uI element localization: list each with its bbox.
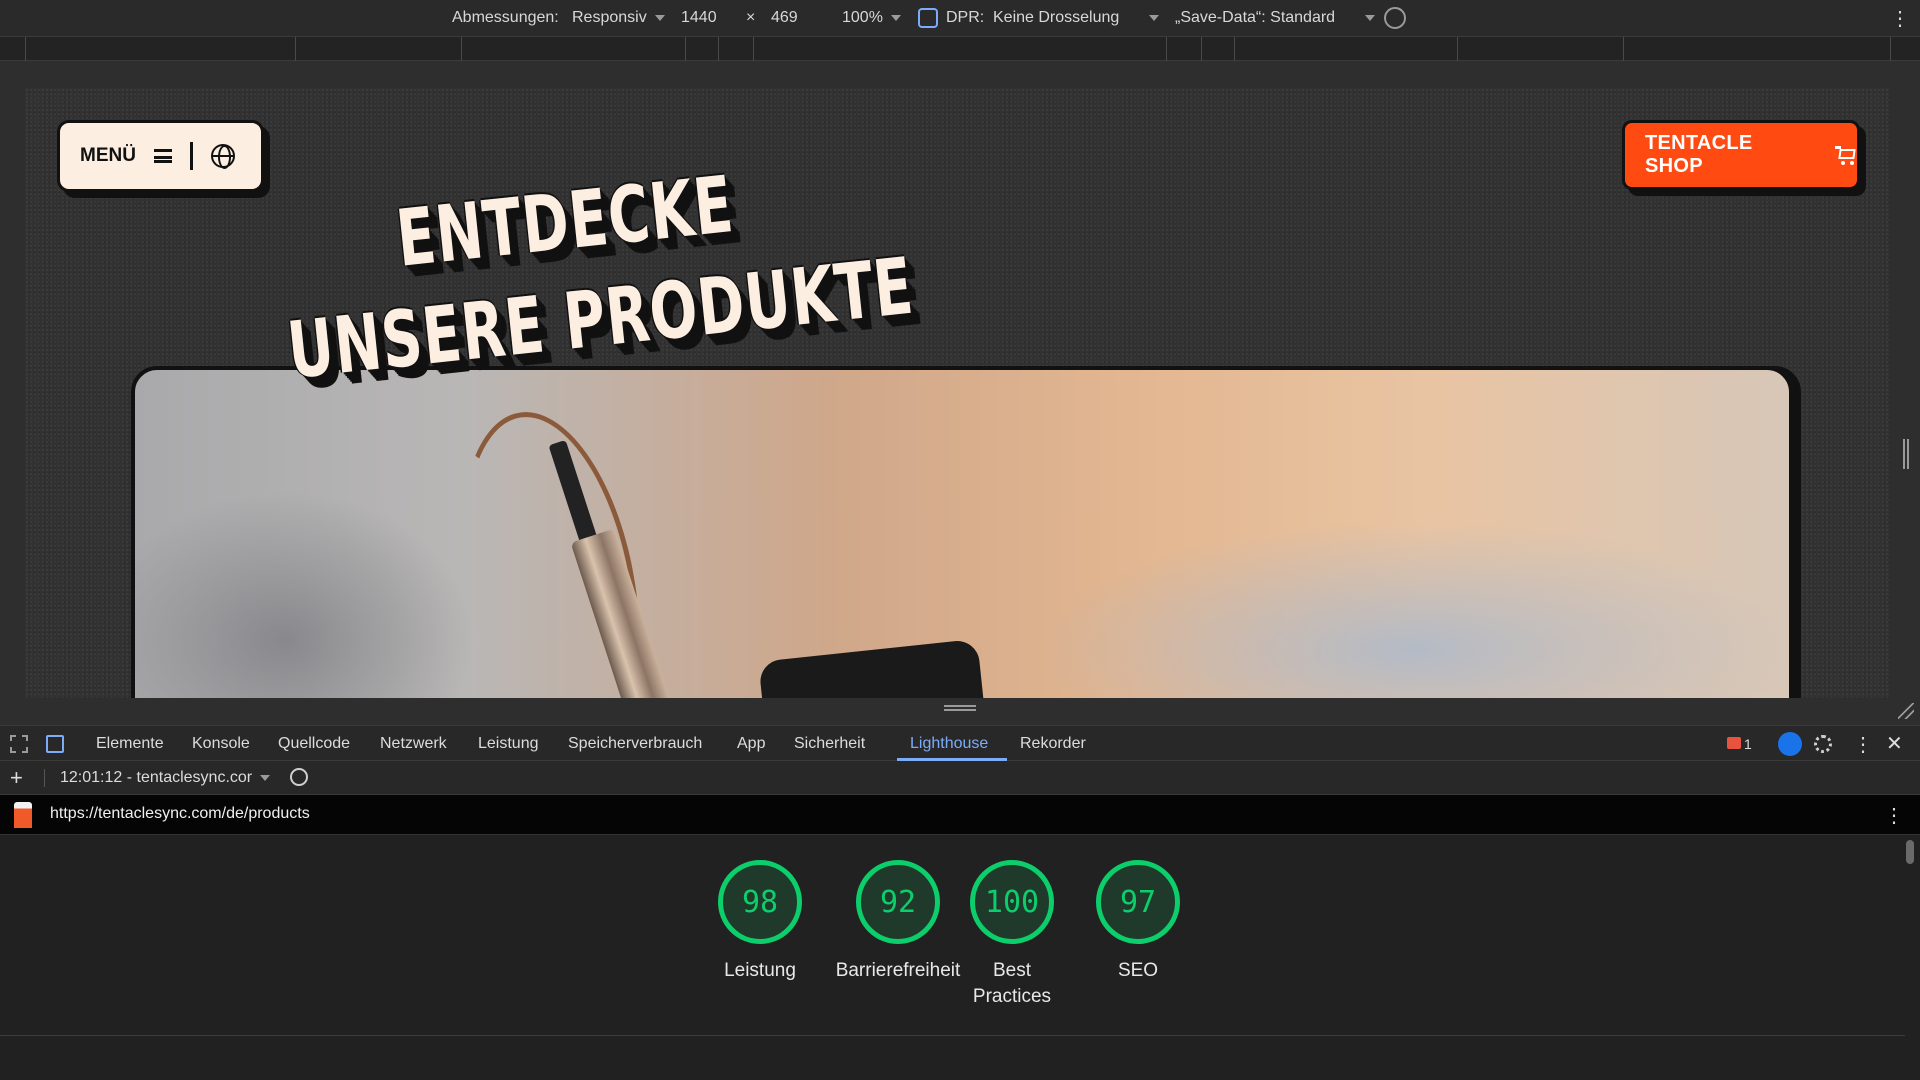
more-options-icon[interactable]: ⋮ [1853, 732, 1873, 757]
score-value: 98 [718, 860, 802, 944]
media-query-ruler [0, 37, 1920, 61]
new-report-icon[interactable]: + [10, 765, 23, 791]
tab-leistung[interactable]: Leistung [478, 735, 539, 753]
throttling-select[interactable]: Keine Drosselung [993, 9, 1160, 27]
issues-count: 1 [1744, 736, 1752, 752]
score-value: 97 [1096, 860, 1180, 944]
divider [0, 1035, 1905, 1036]
menu-button[interactable]: MENÜ [57, 120, 264, 192]
report-select-value: 12:01:12 - tentaclesync.cor [60, 769, 253, 786]
ai-assistant-icon[interactable] [1778, 732, 1802, 756]
report-menu-icon[interactable]: ⋮ [1884, 803, 1904, 828]
times-sign: × [746, 9, 756, 26]
resize-handle-right[interactable] [1903, 439, 1909, 469]
tentacle-shop-button[interactable]: TENTACLE SHOP [1622, 120, 1860, 190]
report-url[interactable]: https://tentaclesync.com/de/products [50, 805, 310, 823]
chevron-down-icon [260, 774, 271, 781]
tab-rekorder[interactable]: Rekorder [1020, 735, 1086, 753]
score-label: SEO [1117, 960, 1159, 981]
zoom-select[interactable]: 100% [842, 9, 901, 27]
website-page: ENTDECKE UNSERE PRODUKTE MENÜ TENTACLE S… [25, 88, 1890, 698]
devtools-tab-bar: Elemente Konsole Quellcode Netzwerk Leis… [0, 725, 1920, 761]
chevron-down-icon [1149, 14, 1160, 21]
width-input[interactable]: 1440 [681, 9, 717, 27]
inspect-element-icon[interactable] [10, 735, 28, 753]
score-label: Best Practices [972, 960, 1052, 1007]
dimensions-select[interactable]: Responsiv [572, 9, 665, 27]
resize-handle-corner[interactable] [1898, 703, 1914, 719]
hamburger-icon [153, 149, 172, 163]
chevron-down-icon [654, 14, 665, 21]
device-toggle-icon[interactable] [46, 735, 64, 753]
divider [189, 142, 193, 170]
dpr-label: DPR: [946, 9, 985, 26]
lighthouse-logo-icon [14, 802, 32, 828]
tab-lighthouse[interactable]: Lighthouse [910, 735, 988, 753]
height-input[interactable]: 469 [771, 9, 798, 27]
save-data-value: „Save-Data“: Standard [1175, 9, 1336, 26]
tab-sicherheit[interactable]: Sicherheit [794, 735, 865, 753]
score-value: 100 [970, 860, 1054, 944]
menu-label: MENÜ [80, 145, 136, 166]
tab-elemente[interactable]: Elemente [96, 735, 164, 753]
score-gauge-seo[interactable]: 97 SEO [1075, 860, 1201, 984]
issues-icon[interactable] [1727, 737, 1741, 749]
tab-speicherverbrauch[interactable]: Speicherverbrauch [568, 735, 702, 753]
score-value: 92 [856, 860, 940, 944]
device-toolbar: Abmessungen: Responsiv 1440 × 469 100% D… [0, 0, 1920, 37]
dimensions-value: Responsiv [572, 9, 647, 26]
lighthouse-toolbar: + 12:01:12 - tentaclesync.cor [0, 761, 1920, 795]
tab-quellcode[interactable]: Quellcode [278, 735, 350, 753]
rotate-icon[interactable] [1384, 7, 1406, 29]
more-options-icon[interactable]: ⋮ [1890, 6, 1910, 31]
score-gauge-leistung[interactable]: 98 Leistung [697, 860, 823, 984]
close-icon[interactable]: ✕ [1886, 731, 1903, 756]
tab-netzwerk[interactable]: Netzwerk [380, 735, 447, 753]
save-data-select[interactable]: „Save-Data“: Standard [1175, 9, 1376, 27]
report-url-bar: https://tentaclesync.com/de/products ⋮ [0, 795, 1920, 835]
cart-icon [1835, 146, 1857, 165]
throttling-value: Keine Drosselung [993, 9, 1120, 26]
zoom-value: 100% [842, 9, 883, 26]
dimensions-label: Abmessungen: [452, 9, 559, 26]
scrollbar[interactable] [1906, 840, 1914, 864]
clear-icon[interactable] [290, 768, 308, 786]
device-viewport: ENTDECKE UNSERE PRODUKTE MENÜ TENTACLE S… [0, 61, 1920, 726]
chevron-down-icon [1365, 14, 1376, 21]
tab-konsole[interactable]: Konsole [192, 735, 250, 753]
gear-icon[interactable] [1814, 735, 1832, 753]
lighthouse-report: 98 Leistung 92 Barrierefreiheit 100 Best… [0, 835, 1920, 1080]
chevron-down-icon [890, 14, 901, 21]
score-label: Leistung [724, 960, 796, 981]
shop-label: TENTACLE SHOP [1645, 132, 1753, 177]
score-gauge-best-practices[interactable]: 100 Best Practices [949, 860, 1075, 1010]
report-select[interactable]: 12:01:12 - tentaclesync.cor [60, 769, 271, 787]
headline-line-2: UNSERE PRODUKTE [283, 241, 918, 397]
resize-handle-bottom[interactable] [0, 699, 1920, 722]
tab-app[interactable]: App [737, 735, 765, 753]
globe-icon[interactable] [210, 144, 235, 169]
dpr-icon[interactable] [918, 8, 938, 28]
